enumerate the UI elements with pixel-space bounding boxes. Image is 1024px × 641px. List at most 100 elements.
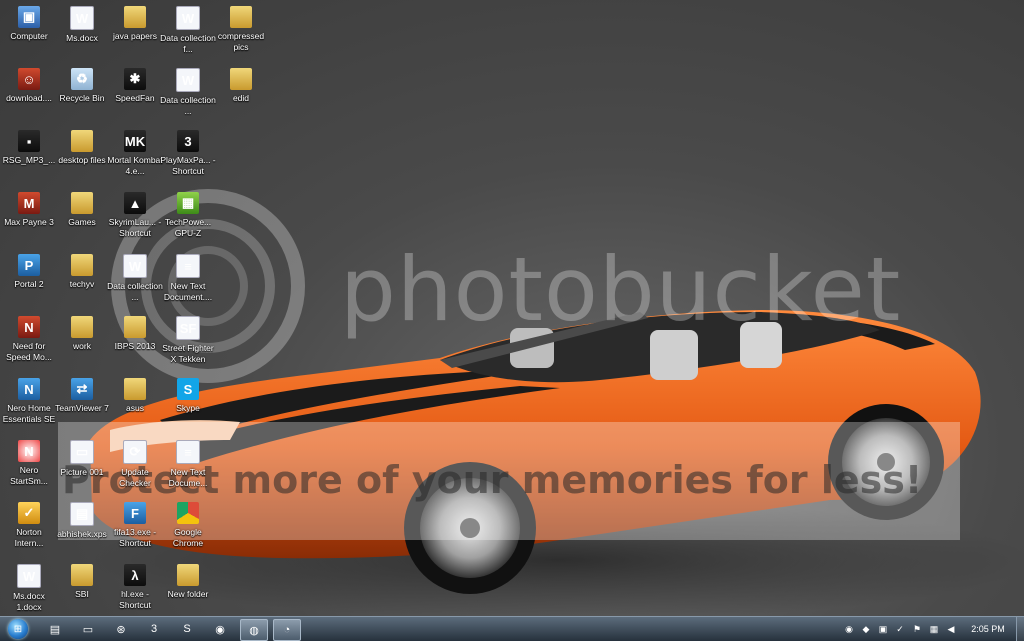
windows-logo-icon: ⊞ [8, 619, 28, 639]
desktop-icon-label: compressed pics [217, 31, 265, 52]
taskbar-chrome-icon[interactable]: ◉ [207, 619, 233, 639]
desktop-icon[interactable]: Google Chrome [159, 498, 217, 558]
desktop-icon-label: New Text Docume... [168, 467, 208, 488]
start-button[interactable]: ⊞ [4, 617, 32, 641]
desktop-icon-label: asus [126, 403, 144, 413]
desktop-icon[interactable]: W Data collection ... [159, 64, 217, 124]
taskbar-firefox-icon[interactable]: ◍ [240, 619, 268, 641]
taskbar-explorer-icon[interactable]: ▤ [42, 619, 68, 639]
desktop-icon[interactable]: Ffifa13.exe - Shortcut [106, 498, 164, 558]
desktop-icon[interactable]: SBI [53, 560, 111, 616]
file-icon: λ [124, 564, 146, 586]
desktop-icon[interactable]: 3 PlayMaxPa... - Shortcut [159, 126, 217, 186]
file-icon: ▣ [18, 6, 40, 28]
desktop-icon-label: Data collection ... [160, 95, 216, 116]
folder-icon [124, 378, 146, 400]
desktop-icon[interactable]: ▪ RSG_MP3_... [0, 126, 58, 186]
desktop-icon[interactable]: Games [53, 188, 111, 248]
desktop-icon[interactable]: techyv [53, 250, 111, 310]
desktop-icon-label: Computer [10, 31, 48, 41]
desktop-icon[interactable]: asus [106, 374, 164, 434]
file-icon: F [124, 502, 146, 524]
file-icon: P [18, 254, 40, 276]
file-icon: 3 [177, 130, 199, 152]
desktop-icon[interactable]: ✱ SpeedFan [106, 64, 164, 124]
desktop-icon-label: Portal 2 [14, 279, 44, 289]
desktop-icon[interactable]: compressed pics [212, 2, 270, 62]
folder-icon [177, 564, 199, 586]
desktop-icon[interactable]: SF Street Fighter X Tekken [159, 312, 217, 372]
taskbar-skype-icon[interactable]: S [174, 619, 200, 639]
desktop-icon[interactable]: P Portal 2 [0, 250, 58, 310]
file-icon: N [18, 378, 40, 400]
desktop-icon[interactable]: java papers [106, 2, 164, 62]
desktop-icon[interactable]: work [53, 312, 111, 372]
desktop-icon[interactable]: ☺ download.... [0, 64, 58, 124]
clock[interactable]: 2:05 PM [964, 617, 1012, 641]
desktop-icon[interactable]: ▣ Computer [0, 2, 58, 62]
folder-icon [71, 254, 93, 276]
file-icon: SF [176, 316, 200, 340]
file-icon: ☺ [18, 68, 40, 90]
folder-icon [124, 6, 146, 28]
desktop-icon-label: Games [68, 217, 96, 227]
desktop-icon-label: Data collection ... [107, 281, 163, 302]
desktop-icon[interactable]: M Max Payne 3 [0, 188, 58, 248]
desktop-icon[interactable]: ▭ Picture 001 [53, 436, 111, 496]
desktop-icon-label: IBPS 2013 [114, 341, 156, 351]
desktop-icon[interactable]: ⟳ Update Checker [106, 436, 164, 496]
tray-volume-icon[interactable]: ◀ [944, 622, 958, 636]
folder-icon [71, 564, 93, 586]
desktop-icon[interactable]: desktop files [53, 126, 111, 186]
desktop-icon[interactable]: ▲ SkyrimLau... - Shortcut [106, 188, 164, 248]
desktop-icon-label: Nero StartSm... [10, 465, 48, 486]
desktop-icon[interactable]: W Ms.docx 1.docx [0, 560, 58, 616]
desktop-icon[interactable]: λ hl.exe - Shortcut [106, 560, 164, 616]
desktop-icon[interactable]: ⇄ TeamViewer 7 [53, 374, 111, 434]
desktop-icon[interactable]: New folder [159, 560, 217, 616]
desktop-icon-label: Data collection f... [160, 33, 216, 54]
file-icon: ▦ [177, 192, 199, 214]
desktop-icon-label: Google Chrome [172, 527, 204, 548]
desktop-icon[interactable]: edid [212, 64, 270, 124]
desktop-icon-label: SBI [75, 589, 89, 599]
desktop-icon[interactable]: ▤ abhishek.xps [53, 498, 111, 558]
taskbar-paint-icon[interactable]: ◔ [273, 619, 301, 641]
desktop-icon-label: RSG_MP3_... [2, 155, 56, 165]
desktop-icon[interactable]: W Ms.docx [53, 2, 111, 62]
desktop-icon-label: abhishek.xps [57, 529, 107, 539]
tray-nvidia-icon[interactable]: ◆ [859, 622, 873, 636]
taskbar-teamviewer-icon[interactable]: ▭ [75, 619, 101, 639]
tray-globe-icon[interactable]: ◉ [842, 622, 856, 636]
desktop-icon-label: Max Payne 3 [4, 217, 54, 227]
desktop-icon[interactable]: MK Mortal Kombat 4.e... [106, 126, 164, 186]
desktop-icon-label: New folder [167, 589, 209, 599]
taskbar-game-icon[interactable]: 3 [141, 619, 167, 639]
show-desktop-button[interactable] [1016, 617, 1024, 641]
taskbar-steam-icon[interactable]: ⊛ [108, 619, 134, 639]
file-icon: M [18, 192, 40, 214]
tray-flag-icon[interactable]: ⚑ [910, 622, 924, 636]
tray-network-icon[interactable]: ▦ [927, 622, 941, 636]
desktop-icon[interactable]: S Skype [159, 374, 217, 434]
desktop-icon[interactable]: ▦ TechPowe... GPU-Z [159, 188, 217, 248]
desktop-icon[interactable]: ♻ Recycle Bin [53, 64, 111, 124]
tray-speedfan-icon[interactable]: ▣ [876, 622, 890, 636]
file-icon: ✓ [18, 502, 40, 524]
tray-norton-icon[interactable]: ✓ [893, 622, 907, 636]
desktop-icon-label: PlayMaxPa... - Shortcut [160, 155, 216, 176]
desktop-icon[interactable]: N Need for Speed Mo... [0, 312, 58, 372]
desktop-icon[interactable]: W Data collection f... [159, 2, 217, 62]
file-icon: W [123, 254, 147, 278]
desktop-icon[interactable]: ✓ Norton Intern... [0, 498, 58, 558]
file-icon: ⟳ [123, 440, 147, 464]
desktop-icon[interactable]: ≡ New Text Document.... [159, 250, 217, 310]
desktop-icon[interactable]: N Nero Home Essentials SE [0, 374, 58, 434]
file-icon: W [176, 6, 200, 30]
desktop-icon[interactable]: ≡ New Text Docume... [159, 436, 217, 496]
desktop-icon[interactable]: N Nero StartSm... [0, 436, 58, 496]
file-icon: ≡ [176, 254, 200, 278]
desktop-icon[interactable]: W Data collection ... [106, 250, 164, 310]
desktop-icon[interactable]: IBPS 2013 [106, 312, 164, 372]
desktop-icon-label: TeamViewer 7 [55, 403, 109, 413]
